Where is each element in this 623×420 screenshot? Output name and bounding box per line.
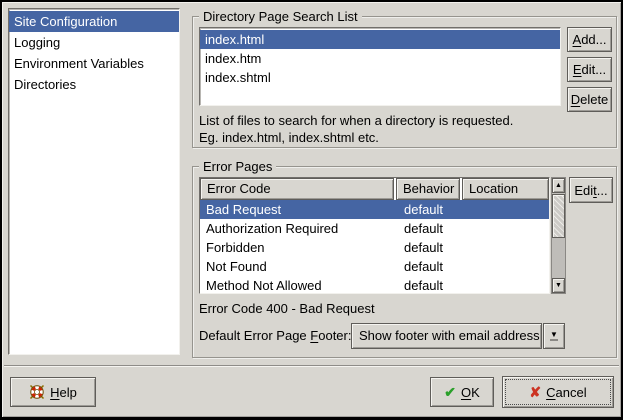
cancel-x-icon: ✘ (529, 384, 541, 401)
group-title: Directory Page Search List (199, 9, 362, 24)
edit-error-page-button-label: Edit... (574, 183, 607, 198)
table-row-bad-request[interactable]: Bad Request default (200, 200, 549, 219)
dialog-body: Site Configuration Logging Environment V… (2, 2, 621, 417)
sidebar-item-environment-variables[interactable]: Environment Variables (9, 53, 179, 74)
cell-location (464, 238, 549, 257)
column-header-location[interactable]: Location (462, 178, 549, 200)
button-area-separator (4, 365, 619, 367)
add-button-label: Add... (573, 32, 607, 47)
help-lifebuoy-icon (29, 384, 45, 400)
cell-behavior: default (398, 238, 464, 257)
scroll-down-icon: ▼ (555, 282, 562, 289)
table-row-not-found[interactable]: Not Found default (200, 257, 549, 276)
cell-behavior: default (398, 257, 464, 276)
group-title: Error Pages (199, 159, 276, 174)
table-row-forbidden[interactable]: Forbidden default (200, 238, 549, 257)
delete-button-label: Delete (571, 92, 609, 107)
directory-list-description-line1: List of files to search for when a direc… (199, 112, 513, 129)
cell-location (464, 219, 549, 238)
edit-button-label: Edit... (573, 62, 606, 77)
cell-error-code: Not Found (200, 257, 398, 276)
sidebar-item-logging[interactable]: Logging (9, 32, 179, 53)
help-button[interactable]: Help (10, 377, 96, 407)
directory-page-search-list-group: Directory Page Search List index.html in… (192, 16, 617, 148)
error-table-scrollbar[interactable]: ▲ ▼ (551, 177, 566, 294)
error-table-header: Error Code Behavior Location (200, 178, 549, 200)
scroll-up-icon: ▲ (555, 182, 562, 189)
ok-button[interactable]: ✔ OK (430, 377, 494, 407)
cancel-button[interactable]: ✘ Cancel (502, 376, 614, 408)
combo-arrow-bar (550, 339, 558, 341)
list-item-index-shtml[interactable]: index.shtml (200, 68, 560, 87)
sidebar-item-label: Directories (14, 77, 76, 92)
cancel-button-label: Cancel (546, 385, 586, 400)
ok-button-label: OK (461, 385, 480, 400)
chevron-down-icon: ▼ (550, 331, 558, 338)
list-item-index-htm[interactable]: index.htm (200, 49, 560, 68)
cell-behavior: default (398, 200, 464, 219)
file-name: index.shtml (205, 70, 271, 85)
cell-error-code: Forbidden (200, 238, 398, 257)
cell-location (464, 200, 549, 219)
cell-error-code: Bad Request (200, 200, 398, 219)
table-row-method-not-allowed[interactable]: Method Not Allowed default (200, 276, 549, 295)
column-header-behavior[interactable]: Behavior (396, 178, 460, 200)
sidebar-item-label: Environment Variables (14, 56, 144, 71)
file-name: index.htm (205, 51, 261, 66)
edit-button[interactable]: Edit... (567, 57, 612, 82)
help-button-label: Help (50, 385, 77, 400)
default-error-page-footer-select[interactable]: Show footer with email address ▼ (351, 323, 565, 349)
scroll-up-button[interactable]: ▲ (552, 178, 565, 193)
ok-check-icon: ✔ (444, 384, 456, 401)
add-button[interactable]: Add... (567, 27, 612, 52)
list-item-index-html[interactable]: index.html (200, 30, 560, 49)
cancel-focus-ring: ✘ Cancel (505, 379, 611, 405)
apache-site-configuration-dialog: Site Configuration Logging Environment V… (0, 0, 623, 420)
sidebar-item-site-configuration[interactable]: Site Configuration (9, 11, 179, 32)
sidebar-item-label: Site Configuration (14, 14, 117, 29)
category-list[interactable]: Site Configuration Logging Environment V… (8, 8, 180, 355)
sidebar-item-label: Logging (14, 35, 60, 50)
error-code-status-text: Error Code 400 - Bad Request (199, 300, 375, 317)
directory-list-description-line2: Eg. index.html, index.shtml etc. (199, 129, 379, 146)
scrollbar-thumb[interactable] (552, 194, 565, 238)
directory-page-list[interactable]: index.html index.htm index.shtml (199, 27, 561, 106)
column-header-error-code[interactable]: Error Code (200, 178, 394, 200)
default-error-page-footer-label: Default Error Page Footer: (199, 323, 351, 349)
delete-button[interactable]: Delete (567, 87, 612, 112)
cell-error-code: Authorization Required (200, 219, 398, 238)
cell-location (464, 276, 549, 295)
combo-dropdown-button[interactable]: ▼ (543, 323, 565, 349)
edit-error-page-button[interactable]: Edit... (569, 177, 613, 203)
scroll-down-button[interactable]: ▼ (552, 278, 565, 293)
table-row-authorization-required[interactable]: Authorization Required default (200, 219, 549, 238)
cell-behavior: default (398, 276, 464, 295)
sidebar-item-directories[interactable]: Directories (9, 74, 179, 95)
cell-location (464, 257, 549, 276)
combo-selected-value: Show footer with email address (351, 323, 542, 349)
error-pages-group: Error Pages Error Code Behavior Location… (192, 166, 617, 358)
cell-behavior: default (398, 219, 464, 238)
cell-error-code: Method Not Allowed (200, 276, 398, 295)
file-name: index.html (205, 32, 264, 47)
error-pages-table: Error Code Behavior Location Bad Request… (199, 177, 550, 294)
